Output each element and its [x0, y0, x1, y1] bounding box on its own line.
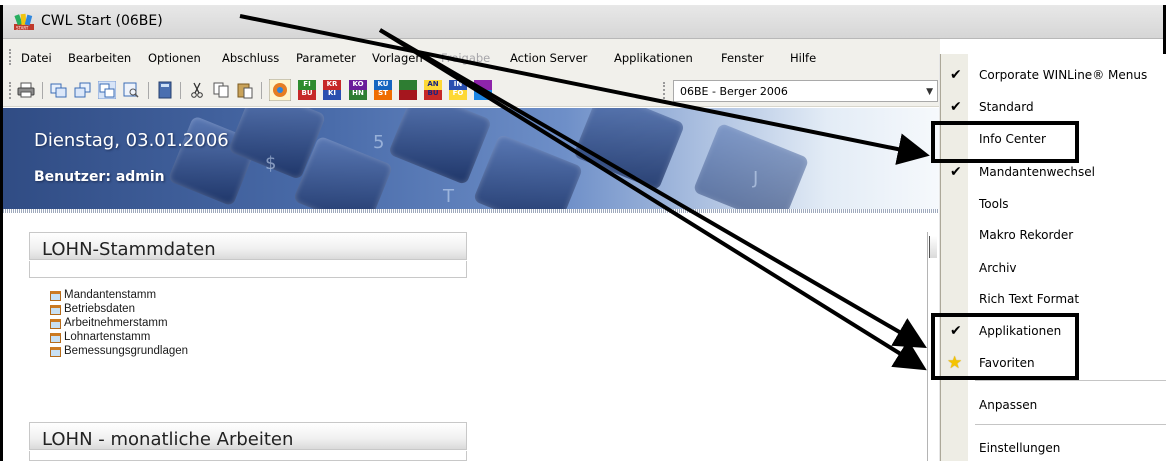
- highlight-box-applikationen-favoriten: [931, 313, 1079, 380]
- right-panel-header: [929, 236, 937, 258]
- toolbar: FI BU KR KI KO HN KU ST AN BU IN FO 06BE - Ber…: [3, 74, 940, 107]
- panel-title: LOHN - monatliche Arbeiten: [42, 429, 294, 450]
- list-item-label: Mandantenstamm: [64, 289, 157, 301]
- menu-item-archiv[interactable]: Archiv: [941, 253, 1166, 285]
- menu-applikationen[interactable]: Applikationen: [614, 51, 693, 65]
- menu-item-label: Standard: [979, 100, 1034, 114]
- menu-item-anpassen[interactable]: Anpassen: [941, 390, 1166, 422]
- menu-abschluss[interactable]: Abschluss: [222, 51, 279, 65]
- panel-subheader: [29, 261, 467, 278]
- keyboard-key-image: [692, 122, 810, 209]
- list-item-label: Betriebsdaten: [64, 303, 135, 315]
- calculator-icon[interactable]: [156, 81, 174, 99]
- toolbar-separator: [42, 82, 43, 99]
- banner-user: Benutzer: admin: [34, 169, 165, 185]
- menu-item-label: Einstellungen: [979, 441, 1061, 455]
- window-right-icon[interactable]: [74, 81, 92, 99]
- paste-icon[interactable]: [236, 81, 254, 99]
- checkmark-icon: ✔: [950, 67, 962, 83]
- menu-item-label: Anpassen: [979, 398, 1038, 412]
- cwl-start-icon: START: [14, 13, 34, 31]
- window-title: CWL Start (06BE): [41, 13, 163, 29]
- table-icon: [50, 333, 61, 343]
- panel-header-lohn-stammdaten: LOHN-Stammdaten: [29, 232, 467, 260]
- checkmark-icon: ✔: [950, 99, 962, 115]
- toolbar-separator: [148, 82, 149, 99]
- module-anbu-icon[interactable]: AN BU: [424, 80, 442, 100]
- menubar-grip[interactable]: [9, 49, 11, 65]
- menu-action-server[interactable]: Action Server: [510, 51, 587, 65]
- print-icon[interactable]: [17, 81, 35, 99]
- module-kust-icon[interactable]: KU ST: [374, 80, 392, 100]
- menu-item-label: Archiv: [979, 261, 1017, 275]
- menu-bar: Datei Bearbeiten Optionen Abschluss Para…: [3, 39, 940, 74]
- list-item-label: Arbeitnehmerstamm: [64, 317, 168, 329]
- keyboard-key-image: [387, 108, 493, 186]
- menu-item-makro-rekorder[interactable]: Makro Rekorder: [941, 220, 1166, 252]
- table-icon: [50, 319, 61, 329]
- menu-separator: [975, 424, 1166, 425]
- module-green-icon[interactable]: [399, 80, 417, 100]
- module-fibu-icon[interactable]: FI BU: [298, 80, 316, 100]
- highlight-box-info-center: [931, 121, 1079, 163]
- toolbar-context-menu: ✔ Corporate WINLine® Menus ✔ Standard In…: [940, 54, 1166, 461]
- menu-fenster[interactable]: Fenster: [721, 51, 764, 65]
- key-glyph-image: $: [265, 153, 277, 174]
- menu-hilfe[interactable]: Hilfe: [790, 51, 816, 65]
- panel-title: LOHN-Stammdaten: [42, 239, 216, 260]
- banner-date: Dienstag, 03.01.2006: [34, 130, 229, 151]
- table-icon: [50, 291, 61, 301]
- menu-item-label: Corporate WINLine® Menus: [979, 68, 1148, 82]
- list-item-label: Bemessungsgrundlagen: [64, 345, 189, 357]
- module-lohn-icon[interactable]: KO HN: [349, 80, 367, 100]
- menu-item-rich-text-format[interactable]: Rich Text Format: [941, 284, 1166, 316]
- menu-datei[interactable]: Datei: [21, 51, 52, 65]
- header-banner: $ 5 T J Dienstag, 03.01.2006 Benutzer: a…: [3, 108, 940, 209]
- panel-subheader: [29, 451, 467, 461]
- keyboard-key-image: [472, 133, 584, 209]
- window-tile-icon[interactable]: [98, 81, 116, 99]
- menu-vorlagen[interactable]: Vorlagen: [372, 51, 423, 65]
- svg-text:START: START: [16, 26, 29, 31]
- menu-separator: [975, 380, 1166, 381]
- menu-item-label: Rich Text Format: [979, 292, 1080, 306]
- mandant-select-value: 06BE - Berger 2006: [680, 85, 788, 98]
- table-icon: [50, 305, 61, 315]
- menu-parameter[interactable]: Parameter: [296, 51, 356, 65]
- mandant-select[interactable]: 06BE - Berger 2006 ▼: [673, 80, 938, 102]
- panel-header-lohn-monatlich: LOHN - monatliche Arbeiten: [29, 422, 467, 450]
- key-glyph-image: J: [753, 168, 759, 189]
- menu-item-einstellungen[interactable]: Einstellungen: [941, 433, 1166, 461]
- key-glyph-image: T: [443, 186, 454, 207]
- menu-item-label: Makro Rekorder: [979, 228, 1074, 242]
- toolbar-separator: [261, 82, 262, 99]
- module-krki-icon[interactable]: KR KI: [323, 80, 341, 100]
- cut-icon[interactable]: [188, 81, 206, 99]
- list-item-label: Lohnartenstamm: [64, 331, 151, 343]
- menu-item-standard[interactable]: ✔ Standard: [941, 92, 1166, 124]
- toolbar-grip[interactable]: [9, 82, 11, 99]
- menu-item-corporate-winline-menus[interactable]: ✔ Corporate WINLine® Menus: [941, 60, 1166, 92]
- title-bar: START CWL Start (06BE): [3, 5, 1163, 39]
- menu-item-label: Tools: [979, 197, 1009, 211]
- toolbar-grip[interactable]: [663, 82, 665, 99]
- window-left-icon[interactable]: [50, 81, 68, 99]
- menu-bearbeiten[interactable]: Bearbeiten: [68, 51, 131, 65]
- cwl-module-icon[interactable]: [269, 79, 291, 101]
- chevron-down-icon[interactable]: ▼: [926, 87, 933, 97]
- checkmark-icon: ✔: [950, 164, 962, 180]
- toolbar-separator: [180, 82, 181, 99]
- module-purple-icon[interactable]: [474, 80, 492, 100]
- module-info-icon[interactable]: IN FO: [449, 80, 467, 100]
- menu-item-tools[interactable]: Tools: [941, 189, 1166, 221]
- window-preview-icon[interactable]: [122, 81, 140, 99]
- key-glyph-image: 5: [373, 132, 385, 153]
- menu-freigabe: Freigabe: [441, 51, 491, 65]
- menu-item-label: Mandantenwechsel: [979, 165, 1095, 179]
- table-icon: [50, 347, 61, 357]
- keyboard-key-image: [572, 108, 686, 191]
- menu-optionen[interactable]: Optionen: [148, 51, 201, 65]
- copy-icon[interactable]: [212, 81, 230, 99]
